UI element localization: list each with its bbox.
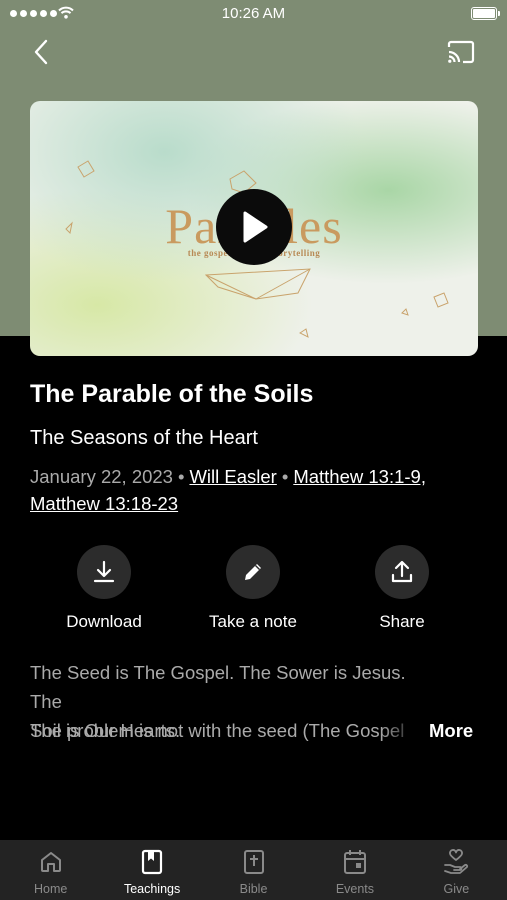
tab-label: Give [443, 882, 470, 896]
more-button[interactable]: More [429, 720, 473, 742]
meta-separator: • [281, 466, 289, 487]
tab-label: Bible [239, 882, 268, 896]
series-title: The Seasons of the Heart [30, 427, 258, 449]
bible-icon [243, 850, 264, 874]
description-line: The problem is not with the seed (The Go… [30, 720, 405, 741]
scripture-link-2[interactable]: Matthew 13:18-23 [30, 493, 178, 514]
description-truncated-line: The problem is not with the seed (The Go… [30, 716, 420, 746]
cast-icon [447, 40, 475, 64]
book-icon [142, 849, 163, 875]
meta-separator: • [177, 466, 185, 487]
calendar-icon [343, 850, 366, 874]
tab-home[interactable]: Home [0, 840, 101, 900]
status-bar: 10:26 AM [0, 0, 507, 28]
tab-teachings[interactable]: Teachings [101, 840, 202, 900]
download-button[interactable]: Download [39, 545, 169, 632]
tab-give[interactable]: Give [406, 840, 507, 900]
take-note-label: Take a note [209, 612, 297, 631]
status-time: 10:26 AM [221, 5, 286, 22]
share-icon [391, 560, 413, 583]
give-icon [444, 849, 469, 874]
speaker-link[interactable]: Will Easler [189, 466, 276, 487]
sermon-date: January 22, 2023 [30, 466, 173, 487]
tab-label: Events [335, 882, 375, 896]
download-circle[interactable] [77, 545, 131, 599]
text-fade [380, 716, 420, 746]
share-button[interactable]: Share [337, 545, 467, 632]
sermon-meta: January 22, 2023 • Will Easler • Matthew 13:… [30, 463, 480, 517]
pencil-icon [245, 564, 261, 580]
tab-events[interactable]: Events [304, 840, 405, 900]
scripture-link-1[interactable]: Matthew 13:1-9, [293, 466, 426, 487]
play-button[interactable] [216, 189, 292, 265]
home-icon [40, 852, 61, 872]
play-icon [243, 211, 268, 243]
download-label: Download [66, 612, 142, 631]
description-line: The Seed is The Gospel. The Sower is Jes… [30, 662, 406, 712]
battery-icon [471, 7, 500, 20]
video-thumbnail[interactable]: Parables the gospel through storytelling [30, 101, 478, 356]
tab-label: Home [34, 882, 68, 896]
tab-bar: Home Teachings Bible Events Give [0, 840, 507, 900]
cast-button[interactable] [445, 38, 477, 66]
tab-label: Teachings [123, 882, 181, 896]
tab-bible[interactable]: Bible [203, 840, 304, 900]
share-circle[interactable] [375, 545, 429, 599]
back-button[interactable] [27, 36, 55, 68]
sermon-title: The Parable of the Soils [30, 380, 314, 408]
download-icon [93, 560, 115, 583]
share-label: Share [379, 612, 425, 631]
take-note-circle[interactable] [226, 545, 280, 599]
chevron-left-icon [34, 39, 48, 65]
take-note-button[interactable]: Take a note [188, 545, 318, 632]
